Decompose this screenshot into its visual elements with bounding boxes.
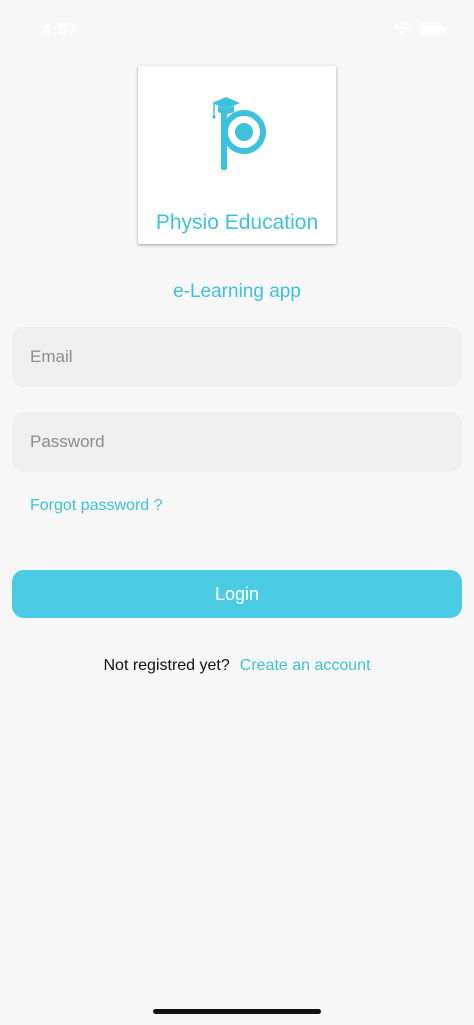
battery-icon: [419, 22, 446, 41]
graduation-cap-p-icon: [202, 92, 272, 177]
status-icons: [393, 22, 446, 41]
password-input[interactable]: [12, 412, 462, 472]
wifi-icon: [393, 22, 411, 41]
register-row: Not registred yet? Create an account: [0, 656, 474, 676]
register-prompt: Not registred yet?: [103, 657, 230, 674]
forgot-password-link[interactable]: Forgot password ?: [30, 496, 163, 516]
home-indicator[interactable]: [153, 1009, 321, 1014]
login-button[interactable]: Login: [12, 570, 462, 618]
app-subtitle: e-Learning app: [173, 281, 301, 302]
app-logo: Physio Education: [138, 66, 336, 244]
email-input[interactable]: [12, 327, 462, 387]
status-time: 4:57: [42, 20, 78, 39]
create-account-link[interactable]: Create an account: [240, 657, 371, 674]
password-field[interactable]: [12, 412, 462, 472]
email-field[interactable]: [12, 327, 462, 387]
status-bar: 4:57: [0, 0, 474, 56]
app-name: Physio Education: [155, 211, 319, 234]
